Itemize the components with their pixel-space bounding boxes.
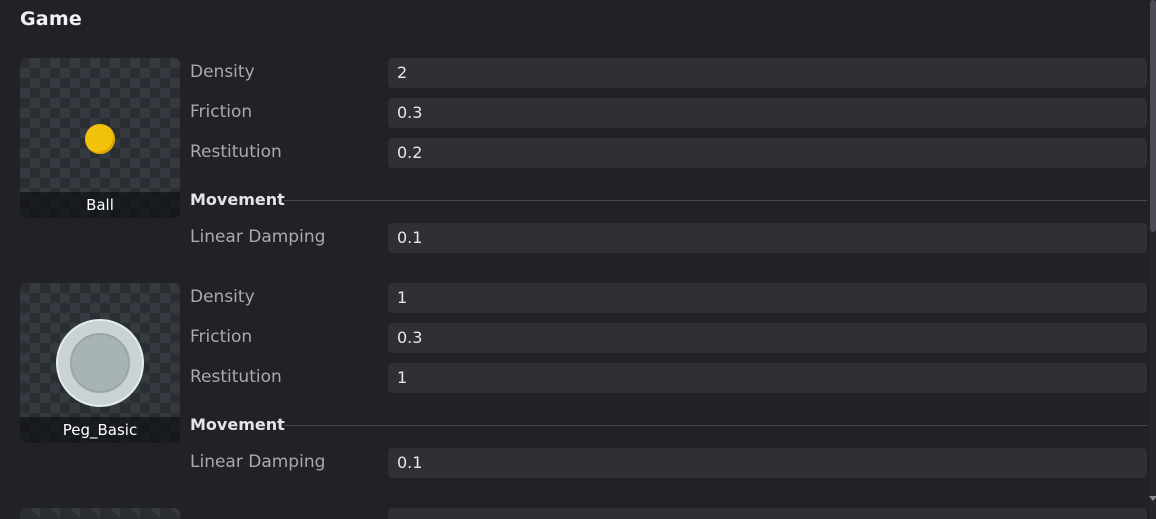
friction-label: Friction — [190, 102, 253, 122]
linear-damping-label: Linear Damping — [190, 452, 326, 472]
peg-basic-name-label: Peg_Basic — [20, 417, 180, 443]
peg-inner-icon — [70, 333, 130, 393]
density-field[interactable]: 1 — [388, 283, 1147, 313]
restitution-label: Restitution — [190, 367, 282, 387]
ball-thumbnail[interactable]: Ball — [20, 58, 180, 218]
linear-damping-field[interactable]: 0.1 — [388, 223, 1147, 253]
peg-sprite-icon — [56, 319, 144, 407]
next-item-field[interactable] — [388, 508, 1147, 519]
scrollbar-thumb[interactable] — [1150, 0, 1156, 232]
restitution-field[interactable]: 1 — [388, 363, 1147, 393]
density-label: Density — [190, 62, 255, 82]
ball-name-label: Ball — [20, 192, 180, 218]
friction-field[interactable]: 0.3 — [388, 323, 1147, 353]
game-panel: Game Ball Density 2 Friction 0.3 Restitu… — [0, 0, 1156, 519]
friction-field[interactable]: 0.3 — [388, 98, 1147, 128]
movement-section-heading: Movement — [190, 415, 285, 434]
density-label: Density — [190, 287, 255, 307]
peg-basic-thumbnail[interactable]: Peg_Basic — [20, 283, 180, 443]
linear-damping-label: Linear Damping — [190, 227, 326, 247]
restitution-label: Restitution — [190, 142, 282, 162]
next-item-thumbnail[interactable] — [20, 508, 180, 519]
section-divider — [284, 200, 1147, 201]
friction-label: Friction — [190, 327, 253, 347]
scroll-down-arrow-icon[interactable] — [1149, 496, 1156, 501]
density-field[interactable]: 2 — [388, 58, 1147, 88]
section-divider — [284, 425, 1147, 426]
ball-sprite-icon — [85, 124, 115, 154]
restitution-field[interactable]: 0.2 — [388, 138, 1147, 168]
movement-section-heading: Movement — [190, 190, 285, 209]
panel-title: Game — [20, 8, 82, 30]
linear-damping-field[interactable]: 0.1 — [388, 448, 1147, 478]
